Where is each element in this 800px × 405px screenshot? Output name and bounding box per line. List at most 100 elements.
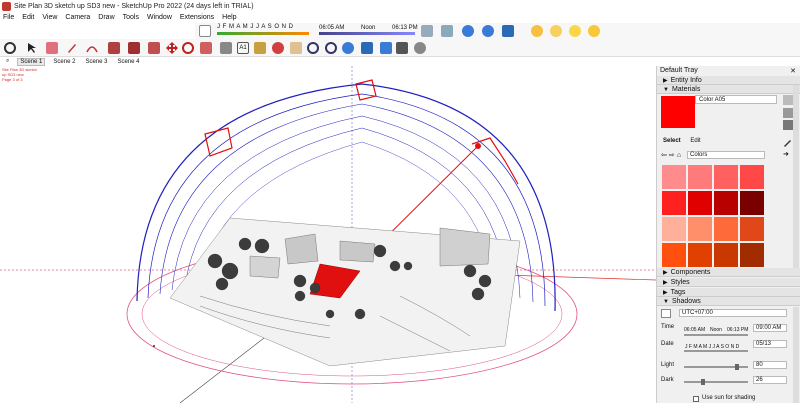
color-swatch[interactable] xyxy=(687,190,713,216)
sun-shadow-faces-icon[interactable] xyxy=(550,25,562,37)
dark-value-field[interactable]: 26 xyxy=(753,376,787,384)
pencil-icon[interactable] xyxy=(66,42,78,54)
tags-header[interactable]: ▶ Tags xyxy=(657,288,800,297)
shadows-scrollbar[interactable] xyxy=(793,307,799,403)
tab-select[interactable]: Select xyxy=(663,138,681,144)
sun-edges-icon[interactable] xyxy=(588,25,600,37)
color-swatch[interactable] xyxy=(739,190,765,216)
paint-bucket-icon[interactable] xyxy=(254,42,266,54)
sample-paint-icon[interactable] xyxy=(783,137,793,147)
shadows-toggle-icon[interactable] xyxy=(421,25,433,37)
styles-header[interactable]: ▶ Styles xyxy=(657,278,800,287)
date-slider[interactable] xyxy=(684,350,748,352)
menu-edit[interactable]: Edit xyxy=(22,14,34,21)
dark-slider[interactable] xyxy=(684,381,748,383)
scale-icon[interactable] xyxy=(200,42,212,54)
color-swatch[interactable] xyxy=(739,242,765,268)
paint-bucket-icon[interactable] xyxy=(783,95,793,105)
time-value-field[interactable]: 09:00 AM xyxy=(753,324,787,332)
zoom-extents-tool-icon[interactable] xyxy=(325,42,337,54)
model-viewport[interactable]: Site Plan 3D sketch up SD3 new Page 3 of… xyxy=(0,66,657,404)
warehouse-icon[interactable] xyxy=(342,42,354,54)
zoom-extents-icon[interactable] xyxy=(482,25,494,37)
scene-tab-1[interactable]: Scene 1 xyxy=(17,57,46,66)
color-swatch[interactable] xyxy=(739,216,765,242)
layout-icon[interactable] xyxy=(380,42,392,54)
arc-icon[interactable] xyxy=(86,42,98,54)
timezone-select[interactable]: UTC+07:00 xyxy=(679,309,787,317)
color-swatch[interactable] xyxy=(739,164,765,190)
move-icon[interactable] xyxy=(166,42,178,54)
orbit-icon[interactable] xyxy=(272,42,284,54)
extension-warehouse-icon[interactable] xyxy=(361,42,373,54)
shadows-header[interactable]: ▼ Shadows xyxy=(657,297,800,306)
scene-search-icon[interactable]: ⌕ xyxy=(4,58,11,65)
tray-scrollbar[interactable] xyxy=(793,85,799,271)
color-swatch[interactable] xyxy=(661,216,687,242)
sketchup-app-icon[interactable] xyxy=(2,1,11,11)
materials-header[interactable]: ▼ Materials xyxy=(657,85,800,94)
create-material-icon[interactable] xyxy=(783,108,793,118)
color-swatch[interactable] xyxy=(661,190,687,216)
zoom-icon[interactable] xyxy=(307,42,319,54)
menu-window[interactable]: Window xyxy=(147,14,172,21)
month-slider[interactable] xyxy=(217,32,309,35)
tab-edit[interactable]: Edit xyxy=(690,138,700,144)
light-value-field[interactable]: 80 xyxy=(753,361,787,369)
scene-tab-3[interactable]: Scene 3 xyxy=(83,59,109,65)
shadow-toggle-icon[interactable] xyxy=(661,309,671,318)
material-name-field[interactable]: Color A05 xyxy=(695,95,777,104)
components-header[interactable]: ▶ Components xyxy=(657,268,800,277)
profile-icon[interactable] xyxy=(414,42,426,54)
color-swatch[interactable] xyxy=(661,242,687,268)
zoom-window-icon[interactable] xyxy=(462,25,474,37)
scene-tab-2[interactable]: Scene 2 xyxy=(51,59,77,65)
dark-slider-thumb[interactable] xyxy=(701,379,705,385)
color-swatch[interactable] xyxy=(687,242,713,268)
menu-view[interactable]: View xyxy=(42,14,57,21)
light-slider-thumb[interactable] xyxy=(735,364,739,370)
library-select[interactable]: Colors xyxy=(686,151,765,159)
menu-file[interactable]: File xyxy=(3,14,14,21)
default-material-icon[interactable] xyxy=(783,120,793,130)
use-sun-checkbox[interactable] xyxy=(693,396,699,402)
rotate-icon[interactable] xyxy=(182,42,194,54)
color-swatch[interactable] xyxy=(661,164,687,190)
details-arrow-icon[interactable]: ➜ xyxy=(783,150,793,160)
push-pull-icon[interactable] xyxy=(128,42,140,54)
text-icon[interactable]: A1 xyxy=(237,42,249,54)
color-swatch[interactable] xyxy=(687,164,713,190)
menu-camera[interactable]: Camera xyxy=(65,14,90,21)
previous-view-icon[interactable] xyxy=(502,25,514,37)
eraser-icon[interactable] xyxy=(46,42,58,54)
tray-close-icon[interactable]: ✕ xyxy=(790,67,796,75)
menu-extensions[interactable]: Extensions xyxy=(180,14,214,21)
back-icon[interactable]: ⇦ xyxy=(661,151,667,159)
time-slider[interactable] xyxy=(684,334,748,336)
scene-tab-4[interactable]: Scene 4 xyxy=(115,59,141,65)
menu-draw[interactable]: Draw xyxy=(98,14,114,21)
time-slider[interactable] xyxy=(319,32,415,35)
sun-shadow-ground-icon[interactable] xyxy=(531,25,543,37)
entity-info-header[interactable]: ▶ Entity Info xyxy=(657,76,800,85)
extension-manager-icon[interactable] xyxy=(396,42,408,54)
shadow-settings-icon[interactable] xyxy=(199,25,211,37)
menu-tools[interactable]: Tools xyxy=(123,14,139,21)
offset-icon[interactable] xyxy=(148,42,160,54)
sun-icon[interactable] xyxy=(569,25,581,37)
select-arrow-icon[interactable] xyxy=(26,42,38,54)
fog-icon[interactable] xyxy=(441,25,453,37)
color-swatch[interactable] xyxy=(713,242,739,268)
rectangle-icon[interactable] xyxy=(108,42,120,54)
pan-icon[interactable] xyxy=(290,42,302,54)
menu-help[interactable]: Help xyxy=(222,14,236,21)
tape-measure-icon[interactable] xyxy=(220,42,232,54)
search-icon[interactable] xyxy=(4,42,16,54)
color-swatch[interactable] xyxy=(713,190,739,216)
home-icon[interactable]: ⌂ xyxy=(677,152,681,159)
color-swatch[interactable] xyxy=(687,216,713,242)
date-value-field[interactable]: 05/13 xyxy=(753,340,787,348)
color-swatch[interactable] xyxy=(713,164,739,190)
forward-icon[interactable]: ⇨ xyxy=(669,151,675,159)
color-swatch[interactable] xyxy=(713,216,739,242)
